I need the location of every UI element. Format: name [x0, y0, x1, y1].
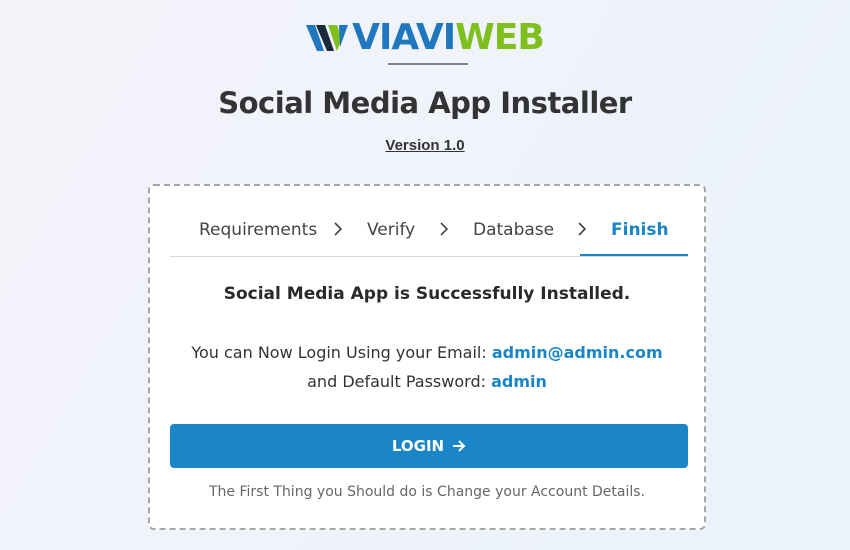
brand-logo: VIAVIWEB — [0, 18, 850, 58]
password-line: and Default Password: admin — [150, 372, 704, 391]
installer-card: Requirements Verify Database Finish Soci… — [148, 184, 706, 530]
account-details-note: The First Thing you Should do is Change … — [208, 484, 645, 500]
step-requirements[interactable]: Requirements — [199, 220, 317, 240]
success-message: Social Media App is Successfully Install… — [223, 284, 631, 304]
brand-wordmark-via: VIAVI — [352, 17, 456, 58]
step-finish[interactable]: Finish — [611, 220, 669, 240]
arrow-right-icon — [453, 440, 466, 452]
step-database[interactable]: Database — [473, 220, 554, 240]
viaviweb-logo-mark-icon — [306, 25, 349, 51]
admin-password: admin — [491, 372, 547, 391]
login-button[interactable]: LOGIN — [170, 424, 688, 468]
chevron-right-icon — [440, 222, 448, 236]
active-step-indicator — [580, 254, 688, 256]
email-prefix: You can Now Login Using your Email: — [191, 343, 487, 362]
admin-email: admin@admin.com — [491, 343, 663, 362]
version-label: Version 1.0 — [385, 137, 465, 154]
page-title: Social Media App Installer — [218, 86, 632, 120]
chevron-right-icon — [334, 222, 342, 236]
password-prefix: and Default Password: — [307, 372, 486, 391]
brand-wordmark-web: WEB — [455, 17, 545, 58]
brand-wordmark: VIAVIWEB — [352, 17, 545, 58]
step-verify[interactable]: Verify — [367, 220, 415, 240]
login-button-label: LOGIN — [391, 437, 445, 455]
logo-divider — [388, 63, 468, 65]
email-line: You can Now Login Using your Email: admi… — [150, 343, 704, 362]
installer-steps-nav: Requirements Verify Database Finish — [170, 200, 688, 257]
chevron-right-icon — [578, 222, 586, 236]
